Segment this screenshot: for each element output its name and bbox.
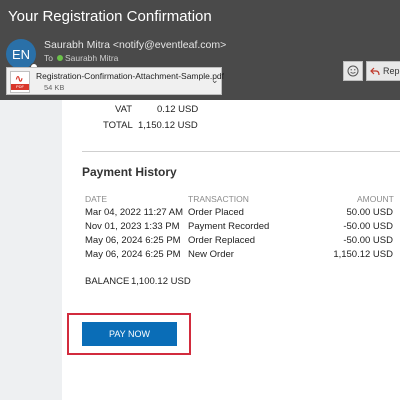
to-label: To: [44, 53, 53, 63]
row-date: Nov 01, 2023 1:33 PM: [85, 221, 180, 232]
row-amount: -50.00 USD: [343, 235, 393, 246]
column-header-amount: AMOUNT: [357, 194, 394, 204]
column-header-date: DATE: [85, 194, 108, 204]
emoji-button[interactable]: [343, 61, 363, 81]
column-header-transaction: TRANSACTION: [188, 194, 249, 204]
presence-icon: [56, 55, 63, 61]
attachment-filename[interactable]: Registration-Confirmation-Attachment-Sam…: [36, 71, 224, 81]
smiley-icon: [347, 65, 359, 77]
row-transaction: Payment Recorded: [188, 221, 270, 232]
attachment-size: 54 KB: [44, 83, 65, 92]
row-amount: 1,150.12 USD: [333, 249, 393, 260]
section-divider: [82, 151, 400, 152]
row-transaction: Order Placed: [188, 207, 244, 218]
vat-value: 0.12 USD: [157, 104, 199, 115]
reply-button[interactable]: Rep: [366, 61, 400, 81]
pay-now-button[interactable]: PAY NOW: [82, 322, 177, 346]
sender-line[interactable]: Saurabh Mitra <notify@eventleaf.com>: [44, 39, 226, 51]
row-date: May 06, 2024 6:25 PM: [85, 249, 181, 260]
total-value: 1,150.12 USD: [138, 120, 198, 131]
reply-label: Rep: [383, 66, 400, 76]
row-amount: -50.00 USD: [343, 221, 393, 232]
row-transaction: Order Replaced: [188, 235, 256, 246]
vat-label: VAT: [115, 104, 133, 115]
row-date: May 06, 2024 6:25 PM: [85, 235, 181, 246]
window-title-bar: Your Registration Confirmation: [0, 0, 400, 34]
chevron-down-icon[interactable]: ⌄: [211, 75, 219, 86]
recipient-line: To Saurabh Mitra: [44, 53, 118, 63]
email-header: EN Saurabh Mitra <notify@eventleaf.com> …: [0, 34, 400, 100]
window-title: Your Registration Confirmation: [8, 8, 212, 25]
payment-history-title: Payment History: [82, 165, 177, 179]
pdf-icon: ∿ PDF: [10, 71, 30, 93]
total-label: TOTAL: [103, 120, 133, 131]
row-date: Mar 04, 2022 11:27 AM: [85, 207, 184, 218]
recipient-name[interactable]: Saurabh Mitra: [65, 53, 118, 63]
row-transaction: New Order: [188, 249, 234, 260]
reply-arrow-icon: [370, 67, 380, 75]
attachment-chip[interactable]: ∿ PDF Registration-Confirmation-Attachme…: [6, 67, 224, 95]
row-amount: 50.00 USD: [346, 207, 393, 218]
balance-value: 1,100.12 USD: [131, 276, 191, 287]
balance-label: BALANCE: [85, 276, 130, 287]
